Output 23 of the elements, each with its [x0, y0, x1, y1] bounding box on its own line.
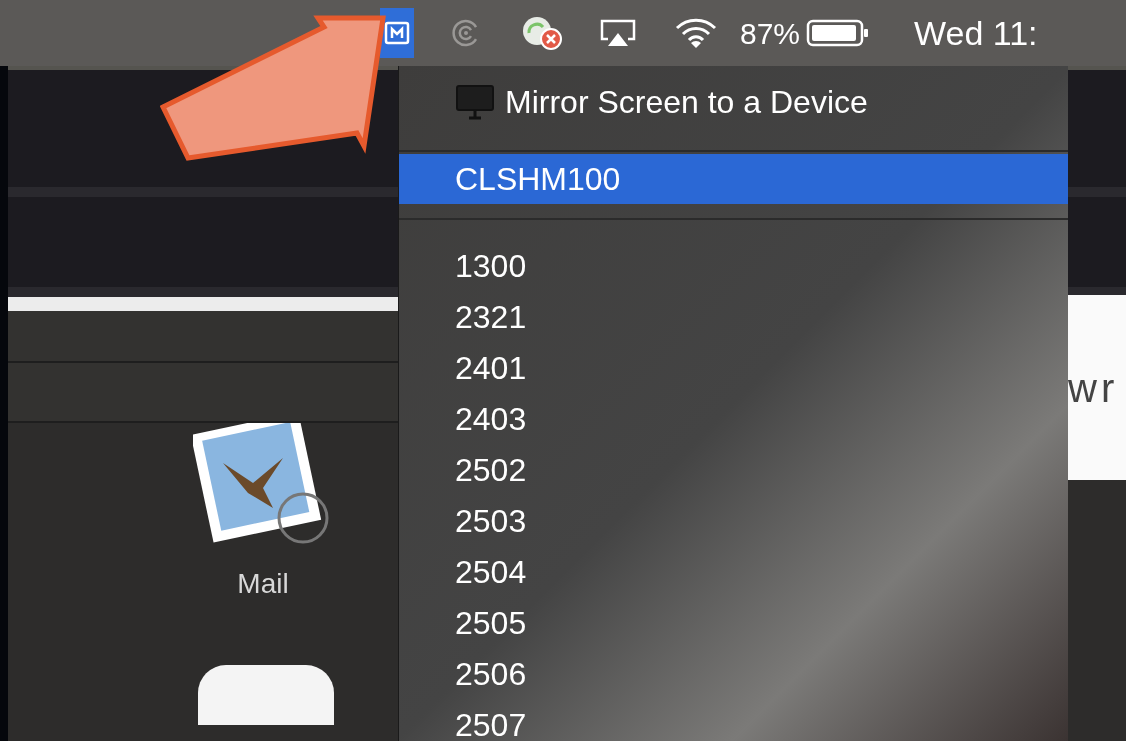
- monitor-icon: [455, 84, 495, 120]
- menu-item[interactable]: CLSHM100: [399, 154, 1068, 204]
- menu-item[interactable]: 2401: [399, 342, 1068, 393]
- battery-icon[interactable]: [806, 18, 871, 48]
- menu-item[interactable]: 2505: [399, 597, 1068, 648]
- menu-header: Mirror Screen to a Device: [399, 80, 1068, 124]
- menu-item[interactable]: 2507: [399, 699, 1068, 741]
- menu-bar-clock[interactable]: Wed 11:: [914, 7, 1038, 59]
- app-menu-icon[interactable]: [380, 8, 414, 58]
- menu-item[interactable]: 2403: [399, 393, 1068, 444]
- menu-item[interactable]: 2504: [399, 546, 1068, 597]
- airplay-icon[interactable]: [598, 17, 638, 49]
- wifi-icon[interactable]: [674, 16, 718, 50]
- menu-item[interactable]: 2503: [399, 495, 1068, 546]
- menu-item[interactable]: 1300: [399, 240, 1068, 291]
- sync-error-icon[interactable]: [520, 15, 564, 51]
- menu-item[interactable]: 2506: [399, 648, 1068, 699]
- battery-percentage: 87%: [740, 15, 801, 52]
- app-icon[interactable]: [198, 665, 334, 725]
- partial-text: wr: [1068, 364, 1119, 412]
- menu-item[interactable]: 2321: [399, 291, 1068, 342]
- app-label: Mail: [237, 567, 289, 601]
- menu-item[interactable]: 2502: [399, 444, 1068, 495]
